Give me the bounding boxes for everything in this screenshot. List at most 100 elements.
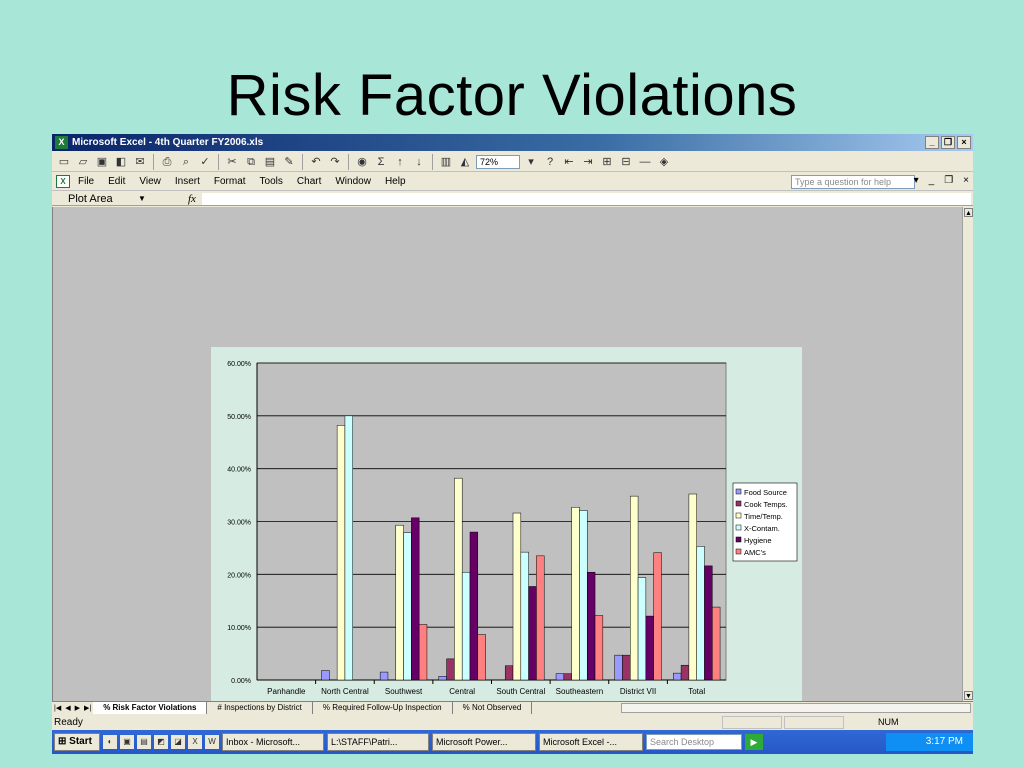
open-folder-icon[interactable]: ▱ bbox=[75, 154, 91, 170]
standard-toolbar: ▭ ▱ ▣ ◧ ✉ ⎙ ⌕ ✓ ✂ ⧉ ▤ ✎ ↶ ↷ ◉ Σ ↑ ↓ ▥ ◭ … bbox=[52, 152, 973, 172]
quick-launch-icon[interactable]: X bbox=[188, 735, 202, 749]
bar bbox=[614, 654, 623, 681]
start-button[interactable]: ⊞ Start bbox=[54, 733, 100, 751]
status-bar: Ready NUM bbox=[52, 715, 973, 730]
spelling-icon[interactable]: ✓ bbox=[197, 154, 213, 170]
print-icon[interactable]: ⎙ bbox=[159, 154, 175, 170]
chart-sheet[interactable]: 0.00% 10.00% 20.00% 30.00% 40.00% 50.00% 60.00… bbox=[52, 207, 962, 706]
desktop-search-input[interactable]: Search Desktop bbox=[646, 734, 742, 750]
menu-tools[interactable]: Tools bbox=[260, 176, 283, 187]
bar bbox=[446, 658, 455, 681]
scroll-down-icon[interactable]: ▼ bbox=[964, 691, 973, 700]
tab-first-icon[interactable]: |◀ bbox=[54, 704, 61, 712]
tab-prev-icon[interactable]: ◀ bbox=[65, 704, 70, 712]
y-tick-label: 30.00% bbox=[227, 520, 251, 527]
menu-window[interactable]: Window bbox=[335, 176, 371, 187]
new-icon[interactable]: ▭ bbox=[56, 154, 72, 170]
status-panel bbox=[784, 716, 844, 729]
bar bbox=[411, 517, 420, 681]
quick-launch-icon[interactable]: ◐ bbox=[103, 735, 117, 749]
chevron-down-icon[interactable]: ▾ bbox=[523, 154, 539, 170]
sort-ascending-icon[interactable]: ↑ bbox=[392, 154, 408, 170]
paste-icon[interactable]: ▤ bbox=[262, 154, 278, 170]
menu-chart[interactable]: Chart bbox=[297, 176, 321, 187]
y-tick-label: 60.00% bbox=[227, 361, 251, 368]
search-go-icon[interactable]: ▶ bbox=[745, 734, 763, 750]
menu-insert[interactable]: Insert bbox=[175, 176, 200, 187]
chart-wizard-icon[interactable]: ▥ bbox=[438, 154, 454, 170]
increase-indent-icon[interactable]: ⇥ bbox=[580, 154, 596, 170]
horizontal-scrollbar[interactable] bbox=[621, 703, 971, 713]
quick-launch-icon[interactable]: W bbox=[205, 735, 219, 749]
hyperlink-icon[interactable]: ◉ bbox=[354, 154, 370, 170]
tab-not-observed[interactable]: % Not Observed bbox=[453, 702, 533, 714]
x-tick-label: Central bbox=[449, 687, 475, 696]
menu-format[interactable]: Format bbox=[214, 176, 246, 187]
workbook-icon[interactable]: X bbox=[56, 175, 70, 188]
chevron-down-icon[interactable]: ▾ bbox=[914, 175, 919, 186]
tab-required-follow-up[interactable]: % Required Follow-Up Inspection bbox=[313, 702, 453, 714]
copy-icon[interactable]: ⧉ bbox=[243, 154, 259, 170]
decrease-indent-icon[interactable]: ⇤ bbox=[561, 154, 577, 170]
print-preview-icon[interactable]: ⌕ bbox=[178, 154, 194, 170]
chart-area[interactable]: 0.00% 10.00% 20.00% 30.00% 40.00% 50.00% 60.00… bbox=[211, 347, 802, 706]
formula-input[interactable] bbox=[202, 193, 971, 205]
tab-risk-factor-violations[interactable]: % Risk Factor Violations bbox=[93, 702, 208, 714]
task-powerpoint[interactable]: Microsoft Power... bbox=[432, 733, 536, 751]
workbook-close-icon[interactable]: × bbox=[963, 175, 969, 186]
chevron-down-icon[interactable]: ▼ bbox=[138, 192, 146, 206]
email-icon[interactable]: ✉ bbox=[132, 154, 148, 170]
merge-cells-icon[interactable]: ⊟ bbox=[618, 154, 634, 170]
bar bbox=[454, 477, 463, 681]
format-painter-icon[interactable]: ✎ bbox=[281, 154, 297, 170]
bar bbox=[461, 571, 471, 681]
help-search-input[interactable]: Type a question for help bbox=[791, 175, 915, 189]
tab-next-icon[interactable]: ▶ bbox=[75, 704, 80, 712]
workbook-minimize-icon[interactable]: _ bbox=[929, 175, 935, 186]
tab-last-icon[interactable]: ▶| bbox=[84, 704, 91, 712]
quick-launch-icon[interactable]: ◪ bbox=[171, 735, 185, 749]
quick-launch-icon[interactable]: ▣ bbox=[120, 735, 134, 749]
toolbar-separator bbox=[432, 153, 433, 170]
risk-factor-chart[interactable]: 0.00% 10.00% 20.00% 30.00% 40.00% 50.00% 60.00… bbox=[211, 347, 802, 706]
undo-icon[interactable]: ↶ bbox=[308, 154, 324, 170]
menu-help[interactable]: Help bbox=[385, 176, 406, 187]
name-box[interactable]: Plot Area bbox=[52, 192, 150, 206]
restore-button[interactable]: ❐ bbox=[941, 136, 955, 149]
sort-descending-icon[interactable]: ↓ bbox=[411, 154, 427, 170]
menu-file[interactable]: File bbox=[78, 176, 94, 187]
fx-icon[interactable]: fx bbox=[188, 192, 196, 206]
scroll-up-icon[interactable]: ▲ bbox=[964, 208, 973, 217]
legend-swatch bbox=[735, 536, 742, 543]
zoom-select[interactable]: 72% bbox=[476, 154, 520, 169]
drawing-icon[interactable]: ◭ bbox=[457, 154, 473, 170]
status-panel bbox=[722, 716, 782, 729]
permission-icon[interactable]: ◧ bbox=[113, 154, 129, 170]
tab-inspections-by-district[interactable]: # Inspections by District bbox=[207, 702, 313, 714]
bar bbox=[321, 670, 330, 681]
minimize-button[interactable]: _ bbox=[925, 136, 939, 149]
fill-color-icon[interactable]: ◈ bbox=[656, 154, 672, 170]
task-explorer[interactable]: L:\STAFF\Patri... bbox=[327, 733, 429, 751]
autosum-icon[interactable]: Σ bbox=[373, 154, 389, 170]
bar bbox=[637, 577, 647, 681]
borders-icon[interactable]: ⊞ bbox=[599, 154, 615, 170]
redo-icon[interactable]: ↷ bbox=[327, 154, 343, 170]
task-excel[interactable]: Microsoft Excel -... bbox=[539, 733, 643, 751]
line-style-icon[interactable]: — bbox=[637, 154, 653, 170]
toolbar-separator bbox=[348, 153, 349, 170]
menu-edit[interactable]: Edit bbox=[108, 176, 125, 187]
task-inbox[interactable]: Inbox - Microsoft... bbox=[222, 733, 324, 751]
cut-icon[interactable]: ✂ bbox=[224, 154, 240, 170]
save-icon[interactable]: ▣ bbox=[94, 154, 110, 170]
menu-view[interactable]: View bbox=[139, 176, 161, 187]
legend-entry: AMC's bbox=[744, 548, 766, 557]
vertical-scrollbar[interactable]: ▲ ▼ bbox=[962, 207, 973, 701]
quick-launch-icon[interactable]: ▤ bbox=[137, 735, 151, 749]
help-icon[interactable]: ? bbox=[542, 154, 558, 170]
close-button[interactable]: × bbox=[957, 136, 971, 149]
quick-launch-icon[interactable]: ◩ bbox=[154, 735, 168, 749]
bar bbox=[712, 606, 721, 681]
x-tick-label: Total bbox=[688, 687, 705, 696]
workbook-restore-icon[interactable]: ❐ bbox=[944, 175, 953, 186]
